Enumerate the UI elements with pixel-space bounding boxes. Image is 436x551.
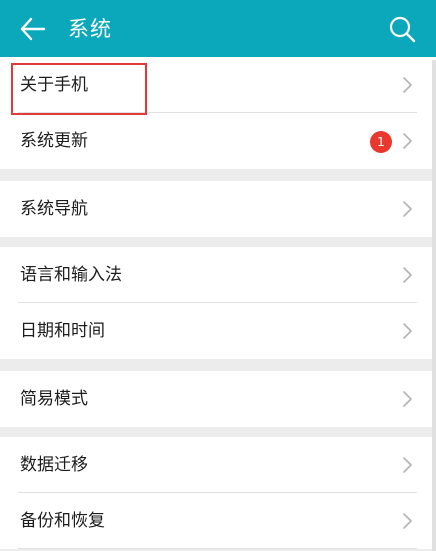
- chevron-right-icon: [403, 513, 412, 529]
- settings-item-date-time[interactable]: 日期和时间: [0, 303, 436, 359]
- back-button[interactable]: [14, 12, 50, 46]
- settings-item-label: 系统更新: [20, 131, 88, 151]
- settings-item-system-navigation[interactable]: 系统导航: [0, 181, 436, 237]
- chevron-right-icon: [403, 133, 412, 149]
- settings-group-2: 系统导航: [0, 181, 436, 237]
- settings-item-label: 关于手机: [20, 75, 88, 95]
- settings-item-label: 语言和输入法: [20, 265, 122, 285]
- app-bar: 系统: [0, 0, 436, 57]
- chevron-right-icon: [403, 391, 412, 407]
- settings-group-1: 关于手机 系统更新: [0, 57, 436, 169]
- update-count-badge: 1: [370, 131, 392, 153]
- divider: [18, 548, 417, 549]
- search-icon: [389, 16, 416, 43]
- scrollbar[interactable]: [432, 60, 436, 551]
- settings-item-label: 备份和恢复: [20, 511, 105, 531]
- settings-item-about-phone[interactable]: 关于手机: [0, 57, 436, 113]
- search-button[interactable]: [384, 11, 420, 47]
- settings-item-label: 日期和时间: [20, 321, 105, 341]
- settings-item-label: 简易模式: [20, 389, 88, 409]
- arrow-left-icon: [20, 17, 46, 41]
- settings-group-5: 数据迁移 备份和恢复: [0, 437, 436, 549]
- settings-item-data-migration[interactable]: 数据迁移: [0, 437, 436, 493]
- page-title: 系统: [68, 17, 112, 41]
- settings-item-label: 数据迁移: [20, 455, 88, 475]
- settings-group-3: 语言和输入法 日期和时间: [0, 247, 436, 359]
- chevron-right-icon: [403, 201, 412, 217]
- settings-item-label: 系统导航: [20, 199, 88, 219]
- chevron-right-icon: [403, 323, 412, 339]
- settings-item-simple-mode[interactable]: 简易模式: [0, 371, 436, 427]
- chevron-right-icon: [403, 457, 412, 473]
- chevron-right-icon: [403, 267, 412, 283]
- chevron-right-icon: [403, 77, 412, 93]
- settings-item-backup-restore[interactable]: 备份和恢复: [0, 493, 436, 549]
- settings-group-4: 简易模式: [0, 371, 436, 427]
- settings-item-language-input[interactable]: 语言和输入法: [0, 247, 436, 303]
